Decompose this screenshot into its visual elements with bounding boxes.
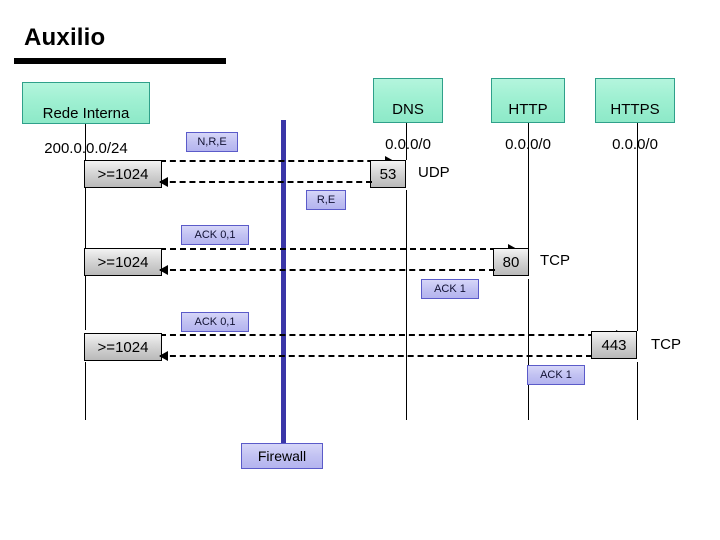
arrow-http-request <box>160 244 517 254</box>
node-https-server-line1: HTTPS <box>610 100 660 118</box>
tag-dns-request: N,R,E <box>186 132 238 152</box>
arrow-dns-response <box>159 177 372 187</box>
tag-https-request: ACK 0,1 <box>181 312 249 332</box>
lifeline-https-lower <box>637 362 638 420</box>
tag-http-response: ACK 1 <box>421 279 479 299</box>
port-box-server-https[interactable]: 443 <box>591 331 637 359</box>
page-title: Auxilio <box>24 24 106 51</box>
node-internal-network-line1: Rede Interna <box>42 104 130 122</box>
arrow-http-response <box>159 265 495 275</box>
arrow-http-response-head <box>159 265 168 275</box>
lifeline-internal-network-mid2 <box>85 276 86 330</box>
tag-dns-response: R,E <box>306 190 346 210</box>
node-http-server-line2: 0.0.0/0 <box>505 136 551 154</box>
node-http-server-line1: HTTP <box>508 100 548 118</box>
port-box-server-dns[interactable]: 53 <box>370 160 406 188</box>
node-https-server[interactable]: HTTPS 0.0.0/0 <box>595 78 675 153</box>
slide-canvas: Auxilio Rede Interna 200.0.0.0/24 DNS 0.… <box>0 0 720 540</box>
lifeline-internal-network-bottom <box>85 362 86 420</box>
firewall-label-box[interactable]: Firewall <box>241 443 323 469</box>
arrow-dns-request <box>160 156 394 166</box>
node-internal-network-line2: 200.0.0.0/24 <box>44 140 128 158</box>
arrow-dns-request-line <box>160 160 393 162</box>
protocol-label-tcp-http: TCP <box>540 252 570 269</box>
arrow-dns-response-line <box>160 181 372 183</box>
arrow-http-request-line <box>160 248 516 250</box>
port-box-server-http[interactable]: 80 <box>493 248 529 276</box>
protocol-label-udp: UDP <box>418 164 450 181</box>
lifeline-dns-lower <box>406 190 407 420</box>
port-box-client-https[interactable]: >=1024 <box>84 333 162 361</box>
port-box-client-dns[interactable]: >=1024 <box>84 160 162 188</box>
arrow-https-response-head <box>159 351 168 361</box>
node-http-server[interactable]: HTTP 0.0.0/0 <box>491 78 565 153</box>
node-https-server-line2: 0.0.0/0 <box>612 136 658 154</box>
lifeline-http-lower <box>528 279 529 420</box>
arrow-https-request-line <box>160 334 624 336</box>
arrow-https-request <box>160 330 625 340</box>
tag-https-response: ACK 1 <box>527 365 585 385</box>
node-dns-server-line1: DNS <box>392 100 424 118</box>
node-internal-network[interactable]: Rede Interna 200.0.0.0/24 <box>22 82 150 157</box>
protocol-label-tcp-https: TCP <box>651 336 681 353</box>
port-box-client-http[interactable]: >=1024 <box>84 248 162 276</box>
arrow-https-response <box>159 351 592 361</box>
arrow-https-response-line <box>160 355 592 357</box>
tag-http-request: ACK 0,1 <box>181 225 249 245</box>
firewall-line <box>281 120 286 445</box>
arrow-http-response-line <box>160 269 495 271</box>
node-dns-server-line2: 0.0.0/0 <box>385 136 431 154</box>
arrow-dns-response-head <box>159 177 168 187</box>
node-dns-server[interactable]: DNS 0.0.0/0 <box>373 78 443 153</box>
lifeline-internal-network-mid1 <box>85 188 86 254</box>
title-underline <box>14 58 226 64</box>
